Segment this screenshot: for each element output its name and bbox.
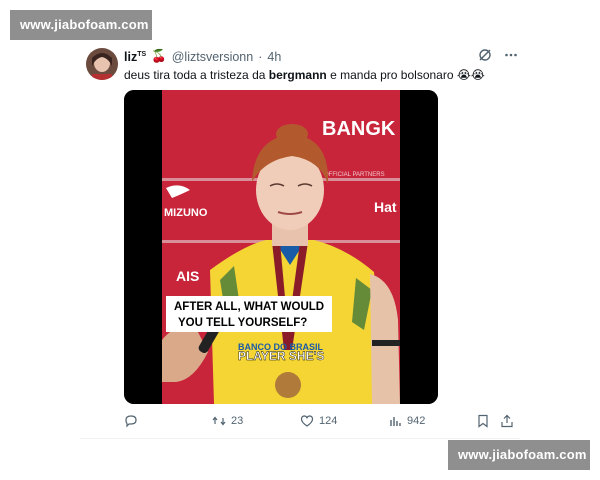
reply-icon: [125, 415, 137, 428]
watermark-top: www.jiabofoam.com: [10, 10, 152, 40]
user-handle[interactable]: @liztsversionn: [172, 50, 253, 64]
sponsor-partners-text: OFFICIAL PARTNERS: [324, 172, 385, 178]
retweet-count: 23: [231, 415, 244, 427]
banner-text: BANGK: [322, 118, 396, 140]
avatar[interactable]: [86, 48, 118, 80]
bookmark-button[interactable]: [476, 414, 490, 428]
views-button[interactable]: 942: [388, 414, 425, 428]
tweet-header: lizTS 🍒 @liztsversionn · 4h: [124, 49, 281, 64]
watermark-bottom: www.jiabofoam.com: [448, 440, 590, 470]
reply-button[interactable]: [124, 414, 143, 428]
retweet-button[interactable]: 23: [212, 414, 243, 428]
like-button[interactable]: 124: [300, 414, 337, 428]
tweet-media-video[interactable]: BANGK OFFICIAL PARTNERS MIZUNO Hat AIS A…: [124, 90, 438, 404]
bookmark-icon: [478, 414, 488, 428]
subtitle-line-1: AFTER ALL, WHAT WOULD: [174, 301, 324, 313]
action-bar: 23 124 942: [124, 414, 516, 432]
video-caption: PLAYER SHE'S: [238, 349, 324, 363]
subtitle-line-2: YOU TELL YOURSELF?: [178, 317, 307, 329]
views-chart-icon: [390, 417, 401, 426]
heart-icon: [300, 415, 314, 427]
views-count: 942: [407, 415, 426, 427]
share-icon: [501, 414, 513, 428]
timestamp[interactable]: 4h: [267, 50, 281, 64]
cherry-emoji-icon: 🍒: [151, 49, 167, 63]
display-name[interactable]: lizTS: [124, 50, 146, 64]
sponsor-mizuno: MIZUNO: [164, 207, 208, 219]
sponsor-hat: Hat: [374, 199, 397, 215]
retweet-icon: [212, 416, 226, 426]
share-button[interactable]: [500, 414, 514, 428]
like-count: 124: [319, 415, 338, 427]
tweet-text: deus tira toda a tristeza da bergmann e …: [124, 68, 485, 82]
more-options-icon[interactable]: [504, 48, 518, 65]
separator-dot: ·: [258, 49, 263, 64]
grok-icon[interactable]: [478, 48, 492, 65]
tweet-divider: [80, 438, 520, 439]
video-frame: BANGK OFFICIAL PARTNERS MIZUNO Hat AIS A…: [124, 90, 438, 404]
header-actions: [478, 48, 518, 65]
tweet-text-bold: bergmann: [268, 68, 327, 82]
sponsor-ais: AIS: [176, 268, 199, 284]
